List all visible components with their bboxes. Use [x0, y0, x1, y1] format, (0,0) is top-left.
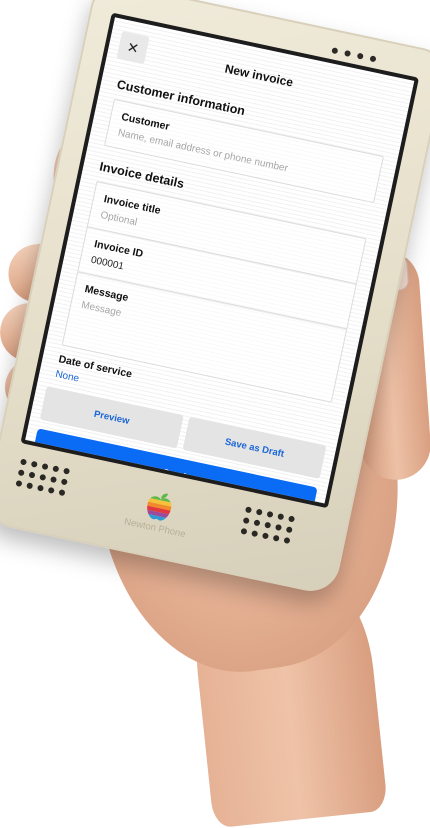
invoice-title-placeholder: Optional: [99, 209, 139, 229]
app-screen: ✕ New invoice Customer information Custo…: [25, 17, 415, 504]
date-of-service-value[interactable]: None: [54, 369, 80, 385]
screen-bezel: ✕ New invoice Customer information Custo…: [20, 12, 420, 509]
right-speaker-grille: [240, 506, 296, 545]
rainbow-apple-icon: [144, 493, 173, 523]
wrist: [186, 551, 389, 828]
newton-phone-device: ✕ New invoice Customer information Custo…: [0, 0, 430, 597]
invoice-id-value: 000001: [89, 254, 125, 273]
page-title: New invoice: [223, 61, 295, 90]
message-placeholder: Message: [80, 299, 123, 319]
left-speaker-grille: [15, 458, 71, 497]
